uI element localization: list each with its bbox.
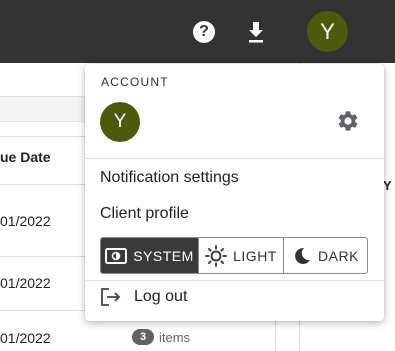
gear-icon[interactable] [336,109,360,133]
sun-icon [205,244,228,267]
menu-divider [85,158,384,159]
theme-system-button[interactable]: SYSTEM [101,238,199,273]
theme-toggle-group: SYSTEM LIGHT DARK [100,237,368,274]
logout-item[interactable]: Log out [100,287,187,307]
account-section-title: ACCOUNT [101,75,169,89]
logout-icon [101,288,121,306]
moon-icon [295,247,311,264]
theme-light-button[interactable]: LIGHT [199,238,284,273]
theme-system-label: SYSTEM [133,247,194,264]
download-icon[interactable] [246,20,266,44]
account-menu: ACCOUNT Y Notification settings Client p… [85,64,384,321]
client-profile-item[interactable]: Client profile [100,205,189,223]
top-app-bar: ? Y [0,0,395,63]
table-cell-due-date: 01/2022 [0,275,51,291]
user-avatar-button[interactable]: Y [307,11,348,52]
items-label: items [159,329,191,345]
items-count-badge: 3 [132,329,154,345]
notification-settings-item[interactable]: Notification settings [100,169,239,187]
avatar: Y [100,102,140,142]
theme-dark-label: DARK [318,247,359,264]
table-cell-due-date: 01/2022 [0,213,51,229]
theme-dark-button[interactable]: DARK [284,238,367,273]
table-cell-due-date: 01/2022 [0,330,51,346]
theme-light-label: LIGHT [233,247,277,264]
due-date-column-header[interactable]: ue Date [0,149,51,165]
system-theme-icon [105,247,128,264]
menu-divider [85,280,384,281]
items-count[interactable]: 3 items [132,329,190,345]
logout-label: Log out [134,288,188,305]
side-panel-label: Y [383,178,392,193]
help-icon[interactable]: ? [193,21,215,43]
